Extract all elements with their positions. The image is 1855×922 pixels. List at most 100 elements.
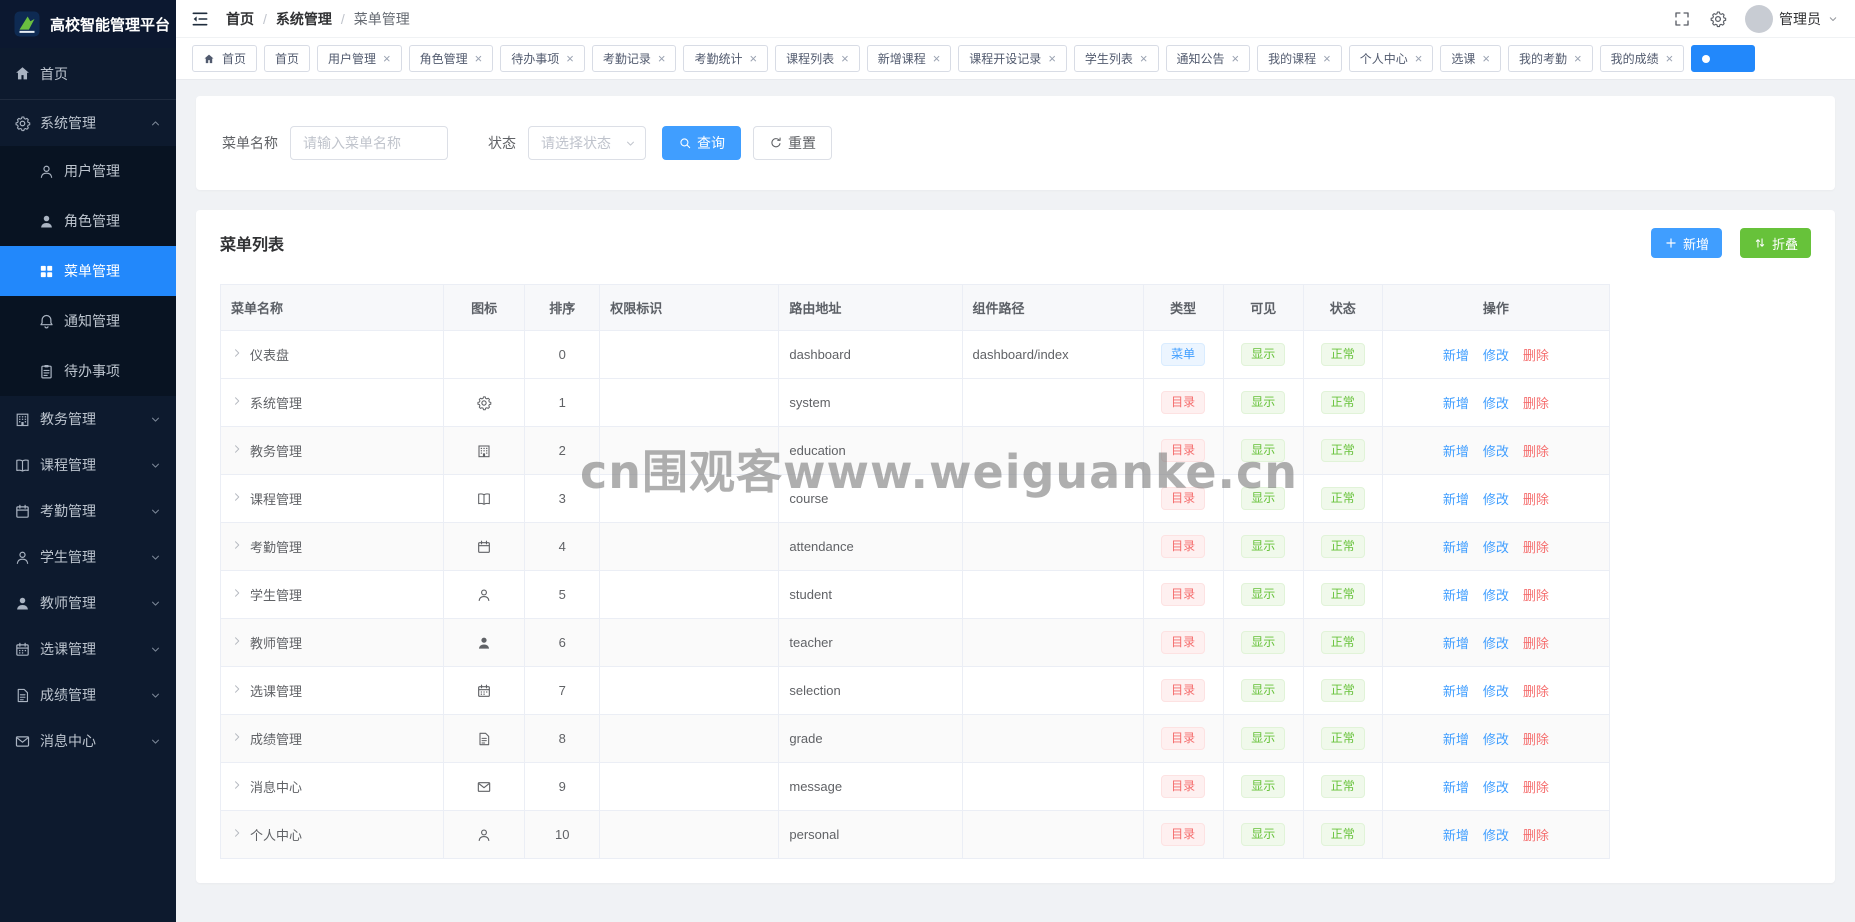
tab-close-icon[interactable]: × — [749, 52, 757, 65]
sidebar-item-academic-management[interactable]: 教务管理 — [0, 396, 176, 442]
edit-link[interactable]: 修改 — [1483, 348, 1509, 363]
expand-row-control[interactable] — [231, 347, 243, 362]
tab-add-course[interactable]: 新增课程× — [867, 45, 952, 72]
expand-row-control[interactable] — [231, 491, 243, 506]
expand-row-control[interactable] — [231, 395, 243, 410]
sidebar-item-role-management[interactable]: 角色管理 — [0, 196, 176, 246]
add-link[interactable]: 新增 — [1443, 396, 1469, 411]
sidebar-item-notification-management[interactable]: 通知管理 — [0, 296, 176, 346]
sidebar-item-menu-management[interactable]: 菜单管理 — [0, 246, 176, 296]
tab-student-list[interactable]: 学生列表× — [1074, 45, 1159, 72]
add-link[interactable]: 新增 — [1443, 732, 1469, 747]
expand-row-control[interactable] — [231, 779, 243, 794]
settings-gear-icon[interactable] — [1709, 10, 1727, 28]
tab-my-courses[interactable]: 我的课程× — [1257, 45, 1342, 72]
delete-link[interactable]: 删除 — [1523, 828, 1549, 843]
delete-link[interactable]: 删除 — [1523, 684, 1549, 699]
breadcrumb-item[interactable]: 系统管理 — [276, 9, 332, 29]
sidebar-item-grade-management[interactable]: 成绩管理 — [0, 672, 176, 718]
tab-home-pinned[interactable]: 首页 — [192, 45, 257, 72]
tab-close-icon[interactable]: × — [1048, 52, 1056, 65]
expand-row-control[interactable] — [231, 539, 243, 554]
delete-link[interactable]: 删除 — [1523, 732, 1549, 747]
tab-course-selection[interactable]: 选课× — [1440, 45, 1501, 72]
sidebar-item-system-management[interactable]: 系统管理 — [0, 100, 176, 146]
tab-role-management[interactable]: 角色管理× — [409, 45, 494, 72]
edit-link[interactable]: 修改 — [1483, 780, 1509, 795]
edit-link[interactable]: 修改 — [1483, 636, 1509, 651]
add-link[interactable]: 新增 — [1443, 588, 1469, 603]
expand-row-control[interactable] — [231, 443, 243, 458]
tab-attendance-stats[interactable]: 考勤统计× — [683, 45, 768, 72]
sidebar-item-attendance-management[interactable]: 考勤管理 — [0, 488, 176, 534]
tab-notice-announcements[interactable]: 通知公告× — [1166, 45, 1251, 72]
add-link[interactable]: 新增 — [1443, 636, 1469, 651]
tab-close-icon[interactable]: × — [1666, 52, 1674, 65]
delete-link[interactable]: 删除 — [1523, 348, 1549, 363]
expand-row-control[interactable] — [231, 827, 243, 842]
delete-link[interactable]: 删除 — [1523, 444, 1549, 459]
edit-link[interactable]: 修改 — [1483, 732, 1509, 747]
delete-link[interactable]: 删除 — [1523, 588, 1549, 603]
sidebar-item-message-center[interactable]: 消息中心 — [0, 718, 176, 764]
tab-todo-items[interactable]: 待办事项× — [500, 45, 585, 72]
tab-close-icon[interactable]: × — [1232, 52, 1240, 65]
add-link[interactable]: 新增 — [1443, 684, 1469, 699]
delete-link[interactable]: 删除 — [1523, 492, 1549, 507]
tab-close-icon[interactable]: × — [383, 52, 391, 65]
sidebar-item-todo-items[interactable]: 待办事项 — [0, 346, 176, 396]
tab-active[interactable] — [1691, 45, 1755, 72]
edit-link[interactable]: 修改 — [1483, 684, 1509, 699]
sidebar-item-home[interactable]: 首页 — [0, 48, 176, 100]
tab-user-management[interactable]: 用户管理× — [317, 45, 402, 72]
sidebar-collapse-icon[interactable] — [190, 9, 210, 29]
tab-home[interactable]: 首页 — [264, 45, 310, 72]
edit-link[interactable]: 修改 — [1483, 828, 1509, 843]
status-select[interactable]: 请选择状态 — [528, 126, 646, 160]
delete-link[interactable]: 删除 — [1523, 540, 1549, 555]
tab-my-attendance[interactable]: 我的考勤× — [1508, 45, 1593, 72]
delete-link[interactable]: 删除 — [1523, 396, 1549, 411]
edit-link[interactable]: 修改 — [1483, 588, 1509, 603]
tab-attendance-records[interactable]: 考勤记录× — [592, 45, 677, 72]
add-link[interactable]: 新增 — [1443, 828, 1469, 843]
add-link[interactable]: 新增 — [1443, 492, 1469, 507]
fullscreen-icon[interactable] — [1673, 10, 1691, 28]
sidebar-item-user-management[interactable]: 用户管理 — [0, 146, 176, 196]
edit-link[interactable]: 修改 — [1483, 492, 1509, 507]
tab-close-icon[interactable]: × — [1140, 52, 1148, 65]
tab-course-list[interactable]: 课程列表× — [775, 45, 860, 72]
breadcrumb-item[interactable]: 首页 — [226, 9, 254, 29]
expand-row-control[interactable] — [231, 731, 243, 746]
tab-close-icon[interactable]: × — [1482, 52, 1490, 65]
tab-close-icon[interactable]: × — [1574, 52, 1582, 65]
edit-link[interactable]: 修改 — [1483, 396, 1509, 411]
expand-row-control[interactable] — [231, 587, 243, 602]
collapse-all-button[interactable]: 折叠 — [1740, 228, 1811, 258]
add-button[interactable]: 新增 — [1651, 228, 1722, 258]
tab-close-icon[interactable]: × — [1415, 52, 1423, 65]
tab-close-icon[interactable]: × — [658, 52, 666, 65]
tab-close-icon[interactable]: × — [566, 52, 574, 65]
add-link[interactable]: 新增 — [1443, 780, 1469, 795]
expand-row-control[interactable] — [231, 635, 243, 650]
tab-close-icon[interactable]: × — [1323, 52, 1331, 65]
tab-close-icon[interactable]: × — [933, 52, 941, 65]
sidebar-item-teacher-management[interactable]: 教师管理 — [0, 580, 176, 626]
add-link[interactable]: 新增 — [1443, 444, 1469, 459]
tab-close-icon[interactable]: × — [475, 52, 483, 65]
expand-row-control[interactable] — [231, 683, 243, 698]
tab-my-grades[interactable]: 我的成绩× — [1600, 45, 1685, 72]
edit-link[interactable]: 修改 — [1483, 540, 1509, 555]
tab-personal-center[interactable]: 个人中心× — [1349, 45, 1434, 72]
edit-link[interactable]: 修改 — [1483, 444, 1509, 459]
tab-course-offering-records[interactable]: 课程开设记录× — [958, 45, 1067, 72]
user-menu[interactable]: 管理员 — [1745, 5, 1839, 33]
query-button[interactable]: 查询 — [662, 126, 741, 160]
sidebar-item-student-management[interactable]: 学生管理 — [0, 534, 176, 580]
delete-link[interactable]: 删除 — [1523, 636, 1549, 651]
delete-link[interactable]: 删除 — [1523, 780, 1549, 795]
add-link[interactable]: 新增 — [1443, 348, 1469, 363]
sidebar-item-selection-management[interactable]: 选课管理 — [0, 626, 176, 672]
reset-button[interactable]: 重置 — [753, 126, 832, 160]
